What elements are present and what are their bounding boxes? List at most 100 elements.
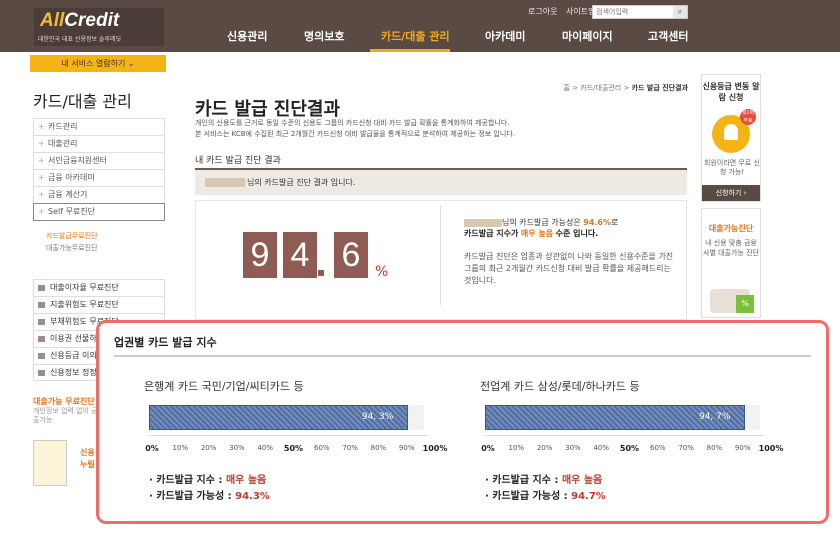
summary-line1-c: 로: [611, 218, 619, 227]
axis-tick-label: 60%: [314, 444, 330, 452]
specialized-prob-label: · 카드발급 가능성 :: [485, 491, 572, 502]
desc-line1: 개인의 신용도를 근거로 동일 수준의 신용도 그룹의 카드신청 대비 카드 발…: [195, 119, 510, 127]
loan-widget-desc: 내 신용 맞춤 금융사별 대출가능 진단: [703, 239, 759, 257]
specialized-card-index: · 카드발급 지수 : 매우 높음: [485, 471, 602, 486]
result-description: 카드발급 진단은 업종과 상관없이 나와 동일한 신용수준을 가진 그룹의 최근…: [464, 252, 674, 285]
specialized-index-value: 매우 높음: [561, 475, 603, 486]
nav-mypage[interactable]: 마이페이지: [562, 28, 613, 44]
bank-card-axis-line: [149, 435, 429, 436]
popup-title: 업권별 카드 발급 지수: [114, 336, 217, 349]
nav-academy[interactable]: 아카데미: [485, 28, 525, 44]
quick-link-spending-risk[interactable]: 지출위험도 무료진단: [33, 296, 165, 313]
search-box[interactable]: 검색어입력 ⌕: [592, 5, 688, 19]
promo2-line2: 누릴: [80, 460, 95, 469]
alarm-widget-desc: 회원이라면 무료 신청 가능!: [704, 159, 760, 176]
axis-tick-label: 70%: [678, 444, 694, 452]
summary-probability: 94.6%: [583, 218, 611, 227]
axis-tick-label: 50%: [283, 444, 304, 453]
nav-customer-center[interactable]: 고객센터: [648, 28, 688, 44]
specialized-card-axis: 0% 10% 20% 30% 40% 50% 60% 70% 80% 90% 100%: [481, 444, 785, 456]
axis-tick-label: 80%: [370, 444, 387, 452]
sidebar-sub-loan-diagnosis[interactable]: 대출가능무료진단: [46, 243, 98, 253]
result-header-bar: 님의 카드발급 진단 결과 입니다.: [195, 168, 687, 195]
breadcrumb-section[interactable]: 카드/대출관리: [580, 84, 621, 92]
axis-tick-label: 40%: [593, 444, 609, 452]
search-input[interactable]: 검색어입력: [596, 7, 628, 17]
percent-sign: %: [375, 264, 389, 280]
promo2-line1: 신용: [80, 448, 95, 457]
digit-9: 9: [243, 232, 277, 278]
sidebar-title: 카드/대출 관리: [33, 92, 132, 111]
axis-tick-label: 100%: [422, 444, 448, 453]
result-subtitle: 내 카드 발급 진단 결과: [195, 156, 281, 166]
axis-tick-label: 70%: [342, 444, 358, 452]
quick-link-loan-rate[interactable]: 대출이자율 무료진단: [33, 279, 165, 296]
specialized-card-title: 전업계 카드 삼성/롯데/하나카드 등: [480, 380, 640, 393]
axis-tick-label: 90%: [398, 444, 415, 452]
nav-card-loan-management[interactable]: 카드/대출 관리: [381, 28, 450, 44]
apply-button[interactable]: 신청하기 ›: [702, 185, 760, 201]
axis-tick-label: 0%: [481, 444, 495, 453]
sidebar-sub-card-diagnosis[interactable]: 카드발급무료진단: [46, 231, 98, 241]
specialized-card-bar-value: 94, 7%: [698, 412, 731, 422]
bank-card-bar-value: 94, 3%: [361, 412, 394, 422]
specialized-card-bar-fill: 94, 7%: [485, 405, 746, 430]
bank-card-probability: · 카드발급 가능성 : 94.3%: [149, 487, 270, 502]
nav-credit-management[interactable]: 신용관리: [227, 28, 267, 44]
digit-6: 6: [334, 232, 368, 278]
bank-card-title: 은행계 카드 국민/기업/씨티카드 등: [144, 380, 304, 393]
axis-tick-label: 80%: [706, 444, 723, 452]
free-badge: 월2회 무료: [740, 109, 756, 125]
blurred-username-2: [464, 218, 502, 227]
popup-divider: [114, 355, 811, 357]
axis-tick-label: 20%: [200, 444, 217, 452]
bank-card-axis: 0% 10% 20% 30% 40% 50% 60% 70% 80% 90% 100%: [145, 444, 449, 456]
blurred-username: [205, 178, 245, 187]
loan-possible-widget[interactable]: 대출가능진단 내 신용 맞춤 금융사별 대출가능 진단 %: [701, 208, 761, 318]
sidebar-item-self-diagnosis[interactable]: Self 무료진단: [33, 203, 165, 221]
desc-line2: 본 서비스는 KCB에 수집된 최근 2개월간 카드신청 대비 발급율을 통계적…: [195, 130, 515, 138]
result-divider: [440, 205, 441, 305]
credit-promo-text[interactable]: 신용 누릴: [80, 447, 95, 471]
digit-4: 4: [283, 232, 317, 278]
breadcrumb-home[interactable]: 홈: [563, 84, 569, 92]
bank-card-bar-fill: 94, 3%: [149, 405, 409, 430]
sidebar-item-loan[interactable]: 대출관리: [33, 135, 165, 152]
axis-tick-label: 10%: [172, 444, 189, 452]
axis-tick-label: 30%: [565, 444, 581, 452]
nav-identity-protection[interactable]: 명의보호: [304, 28, 344, 44]
alarm-widget-title: 신용등급 변동 알람 신청: [702, 82, 760, 102]
axis-tick-label: 30%: [229, 444, 245, 452]
top-header: AllCredit 대한민국 대표 신용정보 솔루레딧 로그아웃 사이트맵 검색…: [0, 0, 840, 52]
bank-card-bar-track: 94, 3%: [149, 405, 424, 430]
axis-tick-label: 10%: [508, 444, 525, 452]
summary-line2-c: 수준 입니다.: [555, 229, 599, 238]
search-icon[interactable]: ⌕: [673, 6, 687, 18]
specialized-prob-value: 94.7%: [571, 491, 606, 502]
specialized-card-axis-line: [485, 435, 765, 436]
sidebar-item-calculator[interactable]: 금융 계산기: [33, 186, 165, 203]
sidebar-item-support-center[interactable]: 서민금융지원센터: [33, 152, 165, 169]
logo-subtitle: 대한민국 대표 신용정보 솔루레딧: [38, 36, 122, 43]
sidebar-item-card[interactable]: 카드관리: [33, 118, 165, 135]
result-header-text: 님의 카드발급 진단 결과 입니다.: [247, 178, 356, 187]
page-description: 개인의 신용도를 근거로 동일 수준의 신용도 그룹의 카드신청 대비 카드 발…: [195, 118, 515, 140]
allcredit-logo[interactable]: AllCredit 대한민국 대표 신용정보 솔루레딧: [34, 8, 164, 46]
axis-tick-label: 20%: [536, 444, 553, 452]
specialized-card-probability: · 카드발급 가능성 : 94.7%: [485, 487, 606, 502]
summary-line1-a: 님의 카드발급 가능성은: [502, 218, 581, 227]
sidebar-item-academy[interactable]: 금융 아카데미: [33, 169, 165, 186]
credit-alarm-widget[interactable]: 신용등급 변동 알람 신청 월2회 무료 회원이라면 무료 신청 가능! 신청하…: [701, 74, 761, 202]
phone-image: [33, 440, 67, 486]
logout-link[interactable]: 로그아웃: [528, 6, 557, 17]
bank-prob-value: 94.3%: [235, 491, 270, 502]
axis-tick-label: 60%: [650, 444, 666, 452]
specialized-card-bar-track: 94, 7%: [485, 405, 760, 430]
axis-tick-label: 90%: [734, 444, 751, 452]
axis-tick-label: 40%: [257, 444, 273, 452]
axis-tick-label: 100%: [758, 444, 784, 453]
breadcrumb-current: 카드 발급 진단결과: [631, 84, 688, 92]
bank-card-index: · 카드발급 지수 : 매우 높음: [149, 471, 266, 486]
my-service-button[interactable]: 내 서비스 열람하기 ⌄: [30, 55, 166, 72]
result-summary: 님의 카드발급 가능성은 94.6%로 카드발급 지수가 매우 높음 수준 입니…: [464, 217, 679, 239]
